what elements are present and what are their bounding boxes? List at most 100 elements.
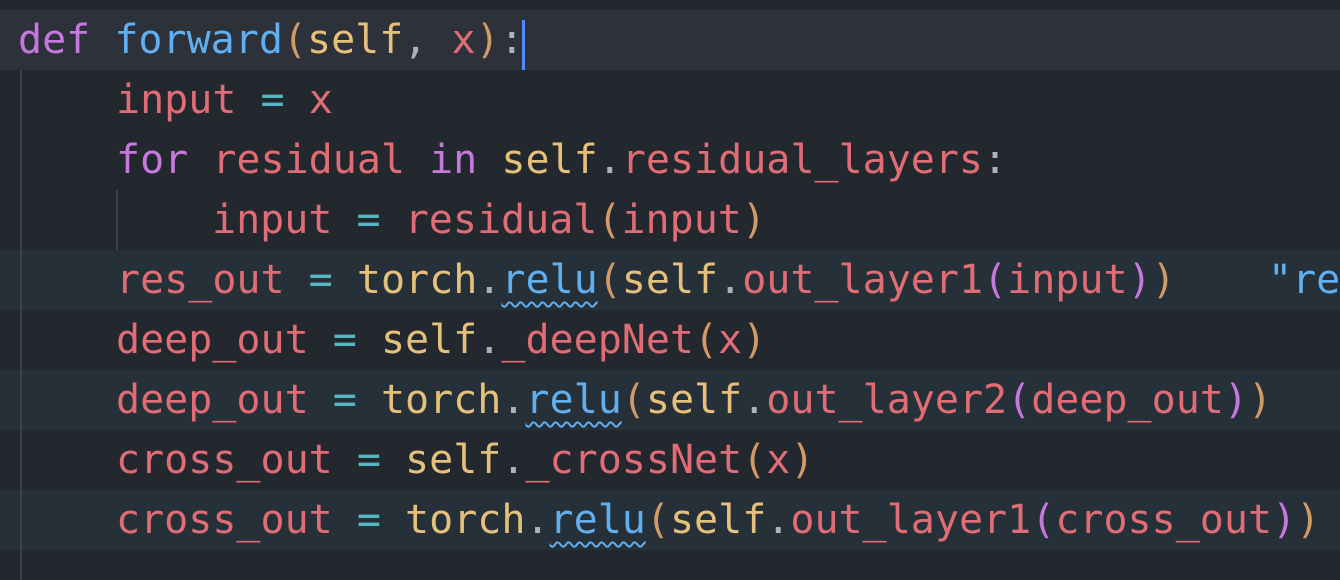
token-module: torch: [356, 257, 478, 303]
token-paren: (: [694, 317, 719, 363]
token-variable: x: [451, 17, 476, 63]
token-variable: cross_out: [116, 437, 333, 483]
token-paren: (: [621, 377, 646, 423]
token-variable: cross_out: [116, 497, 333, 543]
token-punct: :: [983, 137, 1008, 183]
code-editor[interactable]: def forward(self, x): input = x for resi…: [0, 0, 1340, 580]
inline-hint-text: "re: [1268, 257, 1340, 303]
token-punct: .: [477, 317, 502, 363]
code-text: input = x: [116, 70, 333, 130]
token-paren: ): [1127, 257, 1152, 303]
token-punct: .: [525, 497, 550, 543]
token-paren: ): [1247, 377, 1273, 423]
token-paren: ): [1272, 497, 1297, 543]
indent-guide: [20, 70, 22, 580]
code-text: input = residual(input): [212, 190, 766, 250]
token-punct: :: [499, 17, 524, 63]
token-variable: residual: [404, 197, 598, 243]
token-function-call: relu: [549, 497, 646, 543]
token-function-call: relu: [525, 377, 622, 423]
code-text: deep_out = self._deepNet(x): [116, 310, 766, 370]
token-function-call: relu: [501, 257, 598, 303]
code-line-3[interactable]: for residual in self.residual_layers:: [0, 130, 1340, 190]
token-function-name: forward: [114, 17, 283, 63]
code-line-4[interactable]: input = residual(input): [0, 190, 1340, 250]
code-line-2[interactable]: input = x: [0, 70, 1340, 130]
token-self: self: [307, 17, 404, 63]
token-operator: =: [356, 437, 381, 483]
text-caret: [522, 20, 525, 70]
token-operator: =: [260, 77, 285, 123]
token-variable: res_out: [116, 257, 285, 303]
token-variable: deep_out: [116, 377, 309, 423]
token-paren: (: [645, 497, 670, 543]
token-punct: .: [742, 377, 767, 423]
token-attribute: out_layer2: [766, 377, 1008, 423]
token-self: self: [645, 377, 743, 423]
token-self: self: [501, 137, 598, 183]
code-line-7[interactable]: deep_out = torch.relu(self.out_layer2(de…: [0, 370, 1340, 430]
token-variable: input: [116, 77, 237, 123]
code-line-6[interactable]: deep_out = self._deepNet(x): [0, 310, 1340, 370]
token-keyword: for: [116, 137, 189, 183]
token-punct: .: [597, 137, 622, 183]
token-keyword: def: [18, 17, 91, 63]
token-paren: (: [1007, 377, 1032, 423]
token-paren: (: [597, 197, 622, 243]
token-attribute: _crossNet: [525, 437, 743, 483]
code-line-1[interactable]: def forward(self, x):: [0, 10, 1340, 70]
token-paren: ): [1151, 257, 1176, 303]
token-paren: (: [742, 437, 767, 483]
token-variable: deep_out: [1031, 377, 1224, 423]
token-punct: .: [718, 257, 743, 303]
token-variable: x: [308, 77, 333, 123]
token-punct: ,: [403, 17, 428, 63]
indent-guide: [116, 190, 118, 250]
token-punct: .: [477, 257, 502, 303]
token-module: torch: [380, 377, 502, 423]
token-self: self: [405, 437, 502, 483]
code-text: cross_out = self._crossNet(x): [116, 430, 814, 490]
token-variable: x: [718, 317, 743, 363]
code-text: cross_out = torch.relu(self.out_layer1(c…: [116, 490, 1320, 550]
token-attribute: out_layer1: [742, 257, 984, 303]
code-text: deep_out = torch.relu(self.out_layer2(de…: [116, 370, 1272, 430]
token-self: self: [621, 257, 719, 303]
token-punct: .: [766, 497, 791, 543]
code-line-9[interactable]: cross_out = torch.relu(self.out_layer1(c…: [0, 490, 1340, 550]
token-variable: input: [621, 197, 742, 243]
token-operator: =: [332, 377, 357, 423]
token-paren: ): [741, 197, 766, 243]
token-self: self: [380, 317, 478, 363]
token-operator: =: [308, 257, 333, 303]
code-line-8[interactable]: cross_out = self._crossNet(x): [0, 430, 1340, 490]
token-attribute: out_layer1: [790, 497, 1032, 543]
token-operator: =: [356, 197, 381, 243]
token-variable: cross_out: [1055, 497, 1273, 543]
token-paren: (: [597, 257, 622, 303]
token-paren: ): [1223, 377, 1248, 423]
token-paren: ): [790, 437, 815, 483]
token-punct: .: [501, 377, 526, 423]
token-variable: input: [1007, 257, 1128, 303]
token-module: torch: [405, 497, 526, 543]
token-keyword: in: [429, 137, 478, 183]
token-variable: input: [212, 197, 333, 243]
token-variable: x: [766, 437, 791, 483]
token-operator: =: [356, 497, 381, 543]
token-paren: (: [983, 257, 1008, 303]
code-text: res_out = torch.relu(self.out_layer1(inp…: [116, 250, 1176, 310]
token-paren: (: [282, 17, 308, 63]
token-operator: =: [332, 317, 357, 363]
code-text: for residual in self.residual_layers:: [116, 130, 1007, 190]
token-variable: residual: [212, 137, 405, 183]
code-text: def forward(self, x):: [18, 10, 524, 70]
token-attribute: residual_layers: [621, 137, 984, 183]
token-punct: .: [501, 437, 526, 483]
token-paren: ): [1296, 497, 1321, 543]
token-self: self: [669, 497, 767, 543]
code-line-5[interactable]: res_out = torch.relu(self.out_layer1(inp…: [0, 250, 1340, 310]
token-paren: (: [1031, 497, 1056, 543]
token-variable: deep_out: [116, 317, 309, 363]
token-attribute: _deepNet: [501, 317, 695, 363]
